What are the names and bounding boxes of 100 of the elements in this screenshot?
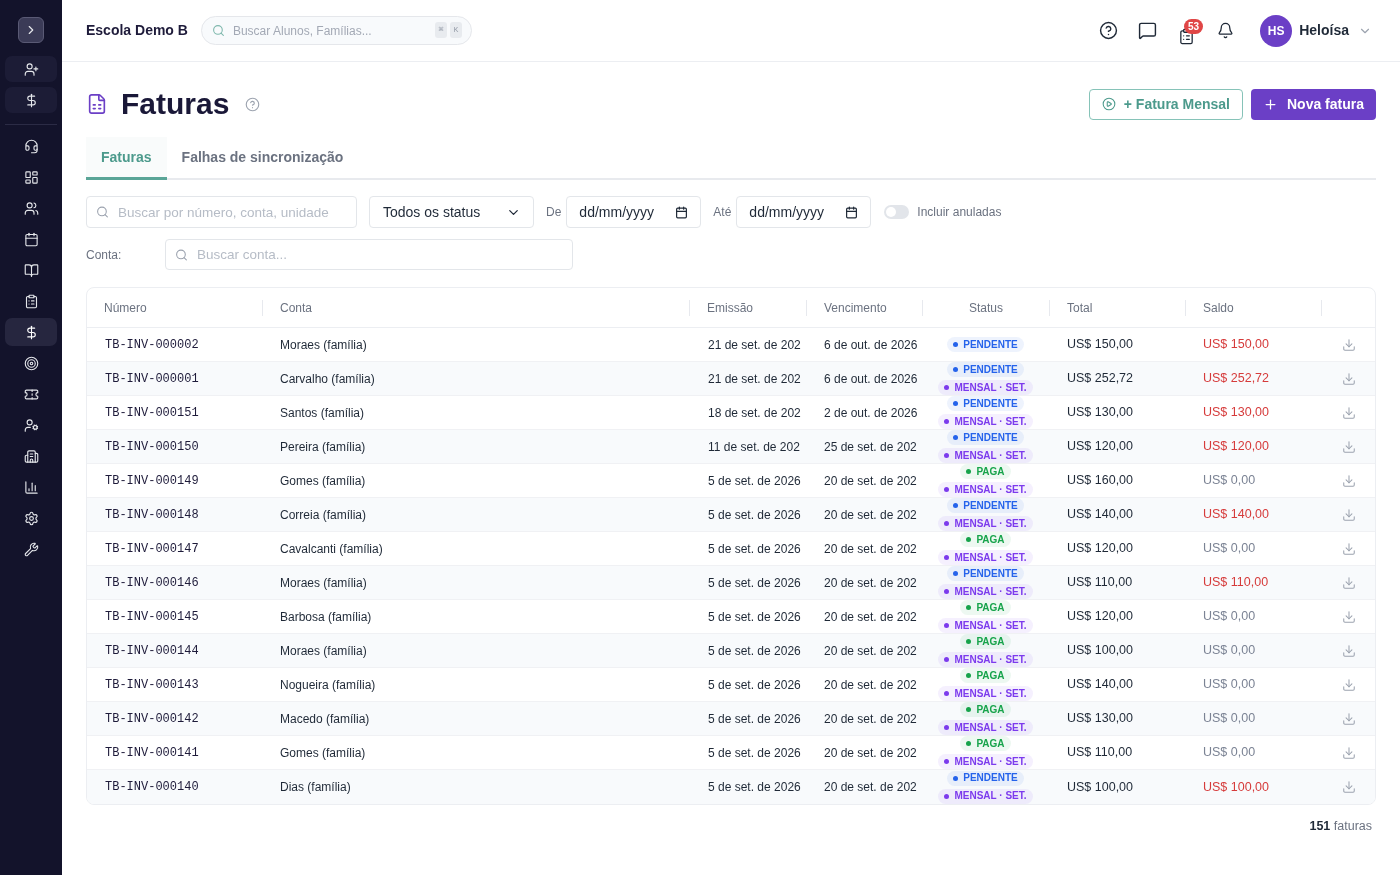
- total-amount: US$ 150,00: [1067, 336, 1134, 354]
- status-label: MENSAL · SET.: [954, 790, 1027, 802]
- balance-amount: US$ 100,00: [1203, 778, 1270, 796]
- help-icon: [1098, 21, 1118, 40]
- ticket-icon: [23, 386, 39, 402]
- to-label: Até: [713, 204, 732, 221]
- total-amount: US$ 110,00: [1067, 574, 1133, 592]
- column-header: Número: [104, 299, 147, 317]
- issue-date: 5 de set. de 2026: [708, 744, 801, 762]
- column-header: Vencimento: [824, 299, 887, 317]
- invoice-number: TB-INV-000146: [105, 574, 199, 592]
- bell-icon: [1216, 22, 1234, 39]
- due-date: 20 de set. de 202: [824, 642, 917, 660]
- column-header: Status: [969, 299, 1003, 317]
- calendar-icon: [675, 205, 689, 219]
- invoice-number: TB-INV-000140: [105, 779, 199, 796]
- balance-amount: US$ 0,00: [1203, 540, 1256, 558]
- issue-date: 18 de set. de 202: [708, 404, 801, 422]
- due-date: 20 de set. de 202: [824, 472, 917, 490]
- status-label: PENDENTE: [963, 567, 1018, 580]
- toggle-switch[interactable]: [884, 205, 910, 219]
- download-icon: [1342, 473, 1356, 488]
- download-icon: [1342, 405, 1356, 420]
- invoice-number: TB-INV-000144: [105, 642, 199, 660]
- total-amount: US$ 110,00: [1067, 744, 1133, 762]
- invoice-file-icon: [86, 93, 108, 115]
- user-gear-icon: [23, 417, 39, 433]
- status-label: MENSAL · SET.: [954, 517, 1027, 530]
- invoice-number: TB-INV-000151: [105, 404, 199, 422]
- balance-amount: US$ 0,00: [1203, 642, 1256, 660]
- due-date: 20 de set. de 202: [824, 506, 917, 524]
- account-name: Gomes (família): [280, 744, 366, 762]
- add-payment-button[interactable]: [5, 87, 57, 113]
- balance-amount: US$ 110,00: [1203, 574, 1269, 592]
- account-search-field[interactable]: Buscar conta...: [165, 239, 573, 270]
- due-date: 20 de set. de 202: [824, 710, 917, 728]
- total-amount: US$ 252,72: [1067, 370, 1134, 388]
- issue-date: 5 de set. de 2026: [708, 608, 801, 626]
- status-label: MENSAL · SET.: [954, 721, 1027, 734]
- user-name[interactable]: Heloísa: [1299, 20, 1349, 41]
- status-label: PAGA: [976, 737, 1005, 750]
- status-label: MENSAL · SET.: [954, 415, 1027, 428]
- account-name: Moraes (família): [280, 336, 367, 354]
- nav-item[interactable]: [5, 318, 57, 346]
- tasks-button[interactable]: 53: [1177, 19, 1204, 46]
- new-invoice-button[interactable]: Nova fatura: [1250, 88, 1376, 120]
- status-label: MENSAL · SET.: [954, 619, 1027, 632]
- invoice-number: TB-INV-000141: [105, 744, 199, 762]
- account-name: Moraes (família): [280, 574, 367, 592]
- download-icon: [1342, 609, 1356, 624]
- account-name: Moraes (família): [280, 642, 367, 660]
- message-icon: [1137, 21, 1157, 40]
- account-name: Dias (família): [280, 779, 351, 796]
- settings-icon: [23, 510, 39, 526]
- account-name: Santos (família): [280, 404, 365, 422]
- invoice-number: TB-INV-000148: [105, 506, 199, 524]
- status-select[interactable]: Todos os status: [369, 196, 534, 228]
- add-person-button[interactable]: [5, 56, 57, 82]
- expand-sidebar-button[interactable]: [18, 17, 44, 43]
- column-header: Emissão: [707, 299, 753, 317]
- notification-badge: 53: [1184, 19, 1204, 34]
- invoice-search-field[interactable]: Buscar por número, conta, unidade: [86, 196, 357, 228]
- invoice-number: TB-INV-000143: [105, 676, 199, 694]
- status-label: MENSAL · SET.: [954, 585, 1027, 598]
- wrench-icon: [23, 541, 39, 557]
- status-label: MENSAL · SET.: [954, 687, 1027, 700]
- download-icon: [1342, 439, 1356, 454]
- page-title: Faturas: [121, 88, 230, 120]
- download-icon: [1342, 337, 1356, 352]
- total-amount: US$ 160,00: [1067, 472, 1134, 490]
- download-icon: [1342, 677, 1356, 692]
- help-button[interactable]: [1097, 19, 1120, 42]
- total-amount: US$ 140,00: [1067, 676, 1134, 694]
- user-avatar[interactable]: HS: [1260, 14, 1293, 47]
- status-label: PENDENTE: [963, 431, 1018, 444]
- search-icon: [96, 205, 109, 219]
- target-icon: [23, 355, 39, 371]
- balance-amount: US$ 130,00: [1203, 404, 1270, 422]
- tab[interactable]: Falhas de sincronização: [166, 137, 359, 180]
- balance-amount: US$ 0,00: [1203, 472, 1256, 490]
- status-label: MENSAL · SET.: [954, 755, 1027, 768]
- plus-icon: [1262, 96, 1278, 112]
- balance-amount: US$ 120,00: [1203, 438, 1270, 456]
- download-icon: [1342, 780, 1356, 794]
- issue-date: 11 de set. de 202: [708, 438, 800, 456]
- status-label: MENSAL · SET.: [954, 381, 1027, 394]
- due-date: 20 de set. de 202: [824, 574, 917, 592]
- account-name: Gomes (família): [280, 472, 366, 490]
- due-date: 20 de set. de 202: [824, 540, 917, 558]
- from-date-field[interactable]: dd/mm/yyyy: [566, 196, 702, 228]
- account-name: Macedo (família): [280, 710, 370, 728]
- status-label: PENDENTE: [963, 397, 1018, 410]
- invoice-number: TB-INV-000001: [105, 370, 199, 388]
- status-label: MENSAL · SET.: [954, 653, 1027, 666]
- total-amount: US$ 120,00: [1067, 540, 1134, 558]
- search-icon: [211, 24, 225, 37]
- status-label: PAGA: [976, 703, 1005, 716]
- to-date-field[interactable]: dd/mm/yyyy: [736, 196, 872, 228]
- balance-amount: US$ 252,72: [1203, 370, 1270, 388]
- calendar-icon: [845, 205, 859, 219]
